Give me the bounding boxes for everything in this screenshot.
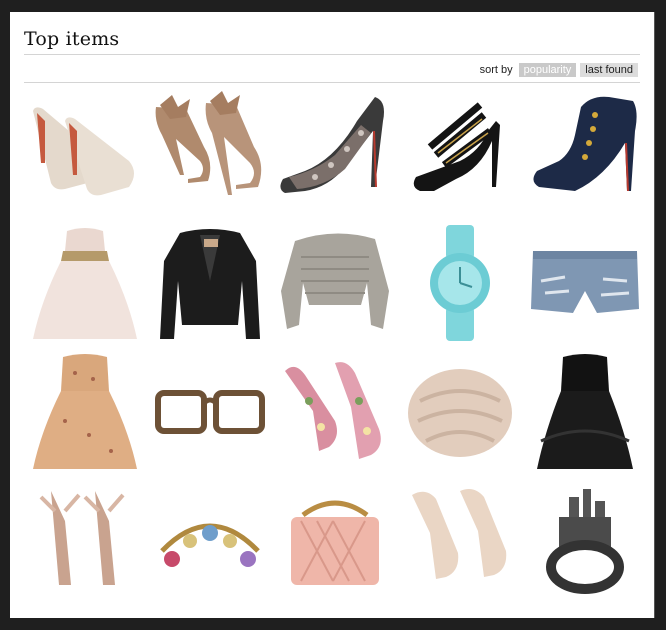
item-tile[interactable] <box>397 478 522 608</box>
city-skyline-ring-icon <box>545 488 624 594</box>
pink-quilted-bag-icon <box>290 500 379 585</box>
floral-platform-pumps-icon <box>284 361 381 459</box>
item-tile[interactable] <box>22 88 147 218</box>
item-tile[interactable] <box>522 478 647 608</box>
item-tile[interactable] <box>522 348 647 478</box>
grey-knit-sweater-icon <box>280 232 389 329</box>
item-tile[interactable] <box>22 218 147 348</box>
aqua-watch-icon <box>429 224 490 341</box>
lace-platform-pump-icon <box>279 96 384 193</box>
item-tile[interactable] <box>397 218 522 348</box>
black-ruffle-dress-icon <box>536 353 633 469</box>
item-tile[interactable] <box>397 88 522 218</box>
item-tile[interactable] <box>272 478 397 608</box>
ribbon-tie-heels-icon <box>39 490 125 585</box>
item-tile[interactable] <box>147 478 272 608</box>
top-items-panel: Top items sort by popularity last found <box>10 12 655 618</box>
item-tile[interactable] <box>147 88 272 218</box>
charm-bracelet-icon <box>159 523 260 567</box>
sort-popularity-button[interactable]: popularity <box>518 63 577 77</box>
distressed-denim-shorts-icon <box>530 250 639 313</box>
item-tile[interactable] <box>522 218 647 348</box>
knit-scarf-icon <box>407 368 512 457</box>
item-tile[interactable] <box>147 348 272 478</box>
item-tile[interactable] <box>272 88 397 218</box>
item-tile[interactable] <box>22 348 147 478</box>
black-leather-jacket-icon <box>159 228 260 339</box>
tortoise-glasses-icon <box>154 389 265 434</box>
floral-strapless-dress-icon <box>32 353 137 469</box>
black-strappy-sandals-icon <box>413 101 500 191</box>
items-grid <box>22 88 647 608</box>
nude-peep-toe-pumps-icon <box>32 106 134 195</box>
item-tile[interactable] <box>272 218 397 348</box>
sort-label: sort by <box>479 64 513 76</box>
navy-button-booties-icon <box>532 96 637 191</box>
item-tile[interactable] <box>22 478 147 608</box>
nude-wrap-heels-icon <box>411 488 506 579</box>
sort-last-found-button[interactable]: last found <box>580 63 638 77</box>
item-tile[interactable] <box>272 348 397 478</box>
page-title: Top items <box>24 28 120 50</box>
item-tile[interactable] <box>147 218 272 348</box>
sort-bar: sort by popularity last found <box>480 63 638 77</box>
bow-heel-booties-icon <box>155 90 261 195</box>
item-tile[interactable] <box>522 88 647 218</box>
title-divider <box>24 54 640 55</box>
item-tile[interactable] <box>397 348 522 478</box>
sort-divider <box>24 82 640 83</box>
blush-tulle-dress-icon <box>32 227 137 339</box>
